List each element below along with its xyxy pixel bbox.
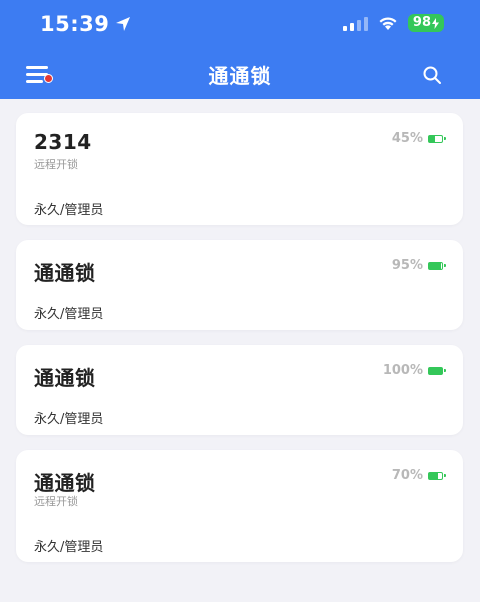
wifi-icon [379,16,397,30]
lock-subtitle: 远程开锁 [34,495,78,508]
battery-level-text: 98 [412,15,431,30]
lock-battery: 70% [391,468,446,483]
charging-bolt-icon [432,17,439,29]
status-indicators: 98 [342,14,444,32]
battery-percent: 95% [391,258,423,273]
lock-card[interactable]: 2314 远程开锁 永久/管理员 45% [16,113,463,225]
lock-card[interactable]: 通通锁 永久/管理员 95% [16,240,463,330]
lock-role: 永久/管理员 [34,307,104,322]
battery-percent: 45% [391,131,423,146]
battery-icon: 98 [407,14,444,32]
lock-role: 永久/管理员 [34,412,104,427]
lock-role: 永久/管理员 [34,203,104,218]
lock-name: 通通锁 [34,366,96,390]
lock-battery: 95% [391,258,446,273]
battery-percent: 70% [391,468,423,483]
status-time-text: 15:39 [40,12,110,36]
lock-name: 通通锁 [34,471,96,495]
lock-name: 通通锁 [34,261,96,285]
lock-battery: 100% [382,363,446,378]
page-title: 通通锁 [208,64,272,88]
battery-percent: 100% [382,363,423,378]
lock-name: 2314 [34,130,92,154]
search-icon[interactable] [422,65,442,85]
battery-icon [428,366,446,375]
lock-subtitle: 远程开锁 [34,158,78,171]
lock-card[interactable]: 通通锁 永久/管理员 100% [16,345,463,435]
lock-battery: 45% [391,131,446,146]
location-arrow-icon [116,17,131,31]
status-time: 15:39 [40,12,131,36]
battery-icon [428,261,446,270]
app-header: 15:39 98 通通锁 [0,0,480,99]
battery-icon [428,471,446,480]
lock-role: 永久/管理员 [34,540,104,555]
cellular-signal-icon [342,15,368,31]
battery-icon [428,134,446,143]
lock-card[interactable]: 通通锁 远程开锁 永久/管理员 70% [16,450,463,562]
